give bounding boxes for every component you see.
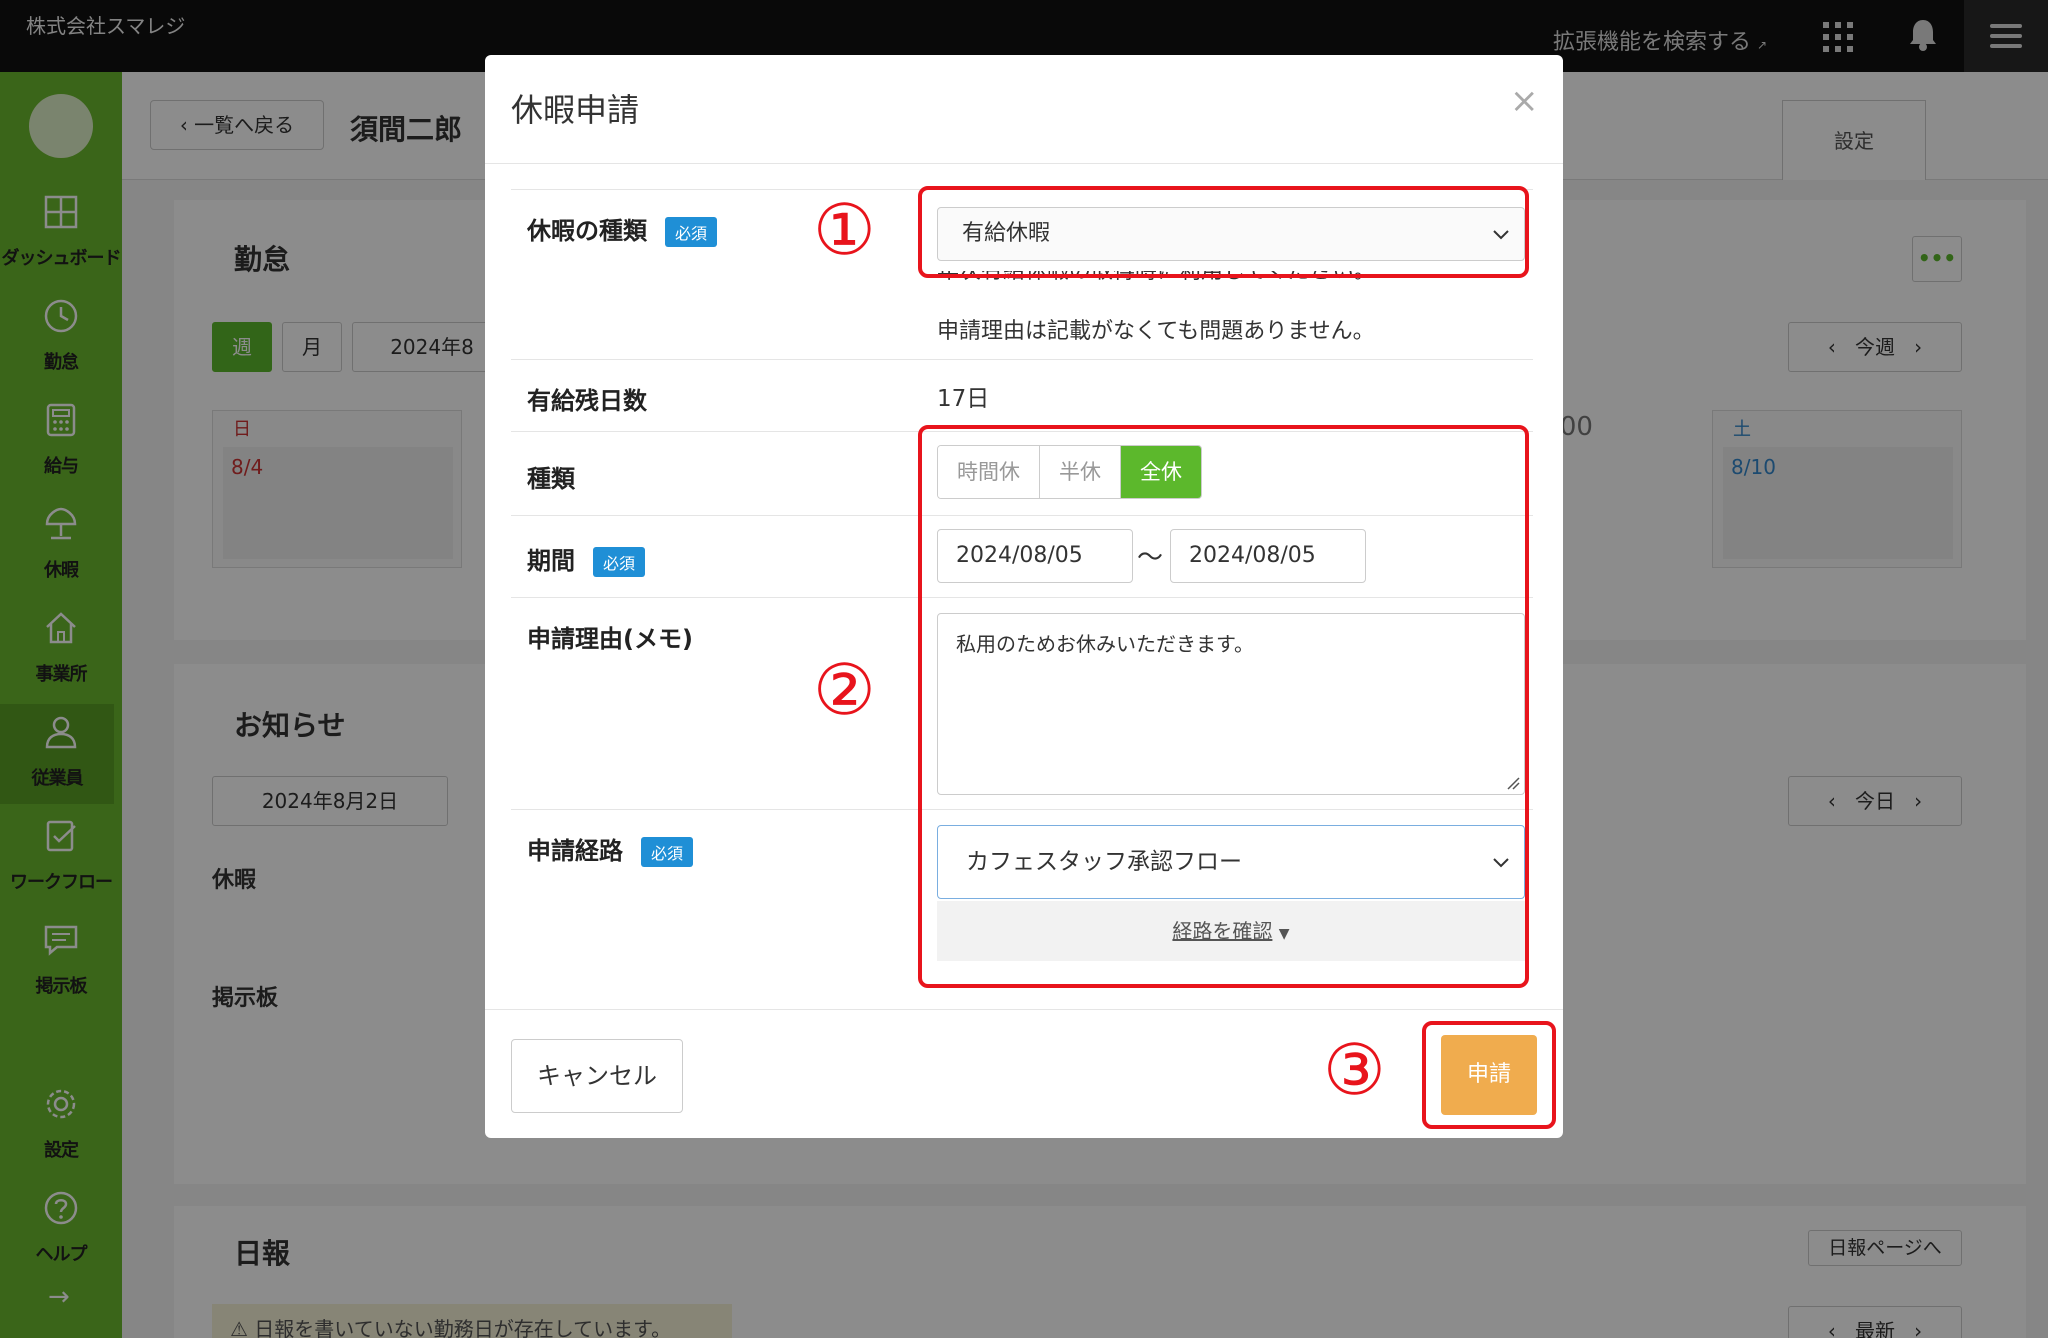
annotation-marker-3: ③ xyxy=(1323,1029,1386,1111)
kind-label: 種類 xyxy=(527,465,575,493)
annotation-box-3 xyxy=(1422,1021,1556,1129)
required-badge: 必須 xyxy=(593,547,646,577)
leave-type-help-2: 申請理由は記載がなくても問題ありません。 xyxy=(937,319,1375,344)
cancel-button[interactable]: キャンセル xyxy=(511,1039,683,1113)
annotation-marker-1: ① xyxy=(813,189,876,271)
leave-type-label: 休暇の種類 必須 xyxy=(527,211,718,247)
close-icon[interactable]: × xyxy=(1510,81,1539,121)
annotation-box-2 xyxy=(918,425,1529,988)
annotation-marker-2: ② xyxy=(813,649,876,731)
period-label-text: 期間 xyxy=(527,547,575,575)
remaining-days-value: 17日 xyxy=(937,386,990,412)
leave-request-modal: 休暇申請 × 休暇の種類 必須 有給休暇 年次有給休暇の取得時に利用してください。… xyxy=(485,55,1563,1138)
annotation-box-1 xyxy=(918,186,1529,278)
route-label-text: 申請経路 xyxy=(527,837,623,865)
route-label: 申請経路 必須 xyxy=(527,831,694,867)
remaining-days-label: 有給残日数 xyxy=(527,387,647,415)
required-badge: 必須 xyxy=(641,837,694,867)
required-badge: 必須 xyxy=(665,217,718,247)
modal-title: 休暇申請 xyxy=(511,91,640,129)
reason-label: 申請理由(メモ) xyxy=(527,625,693,653)
leave-type-label-text: 休暇の種類 xyxy=(527,217,647,245)
period-label: 期間 必須 xyxy=(527,541,646,577)
